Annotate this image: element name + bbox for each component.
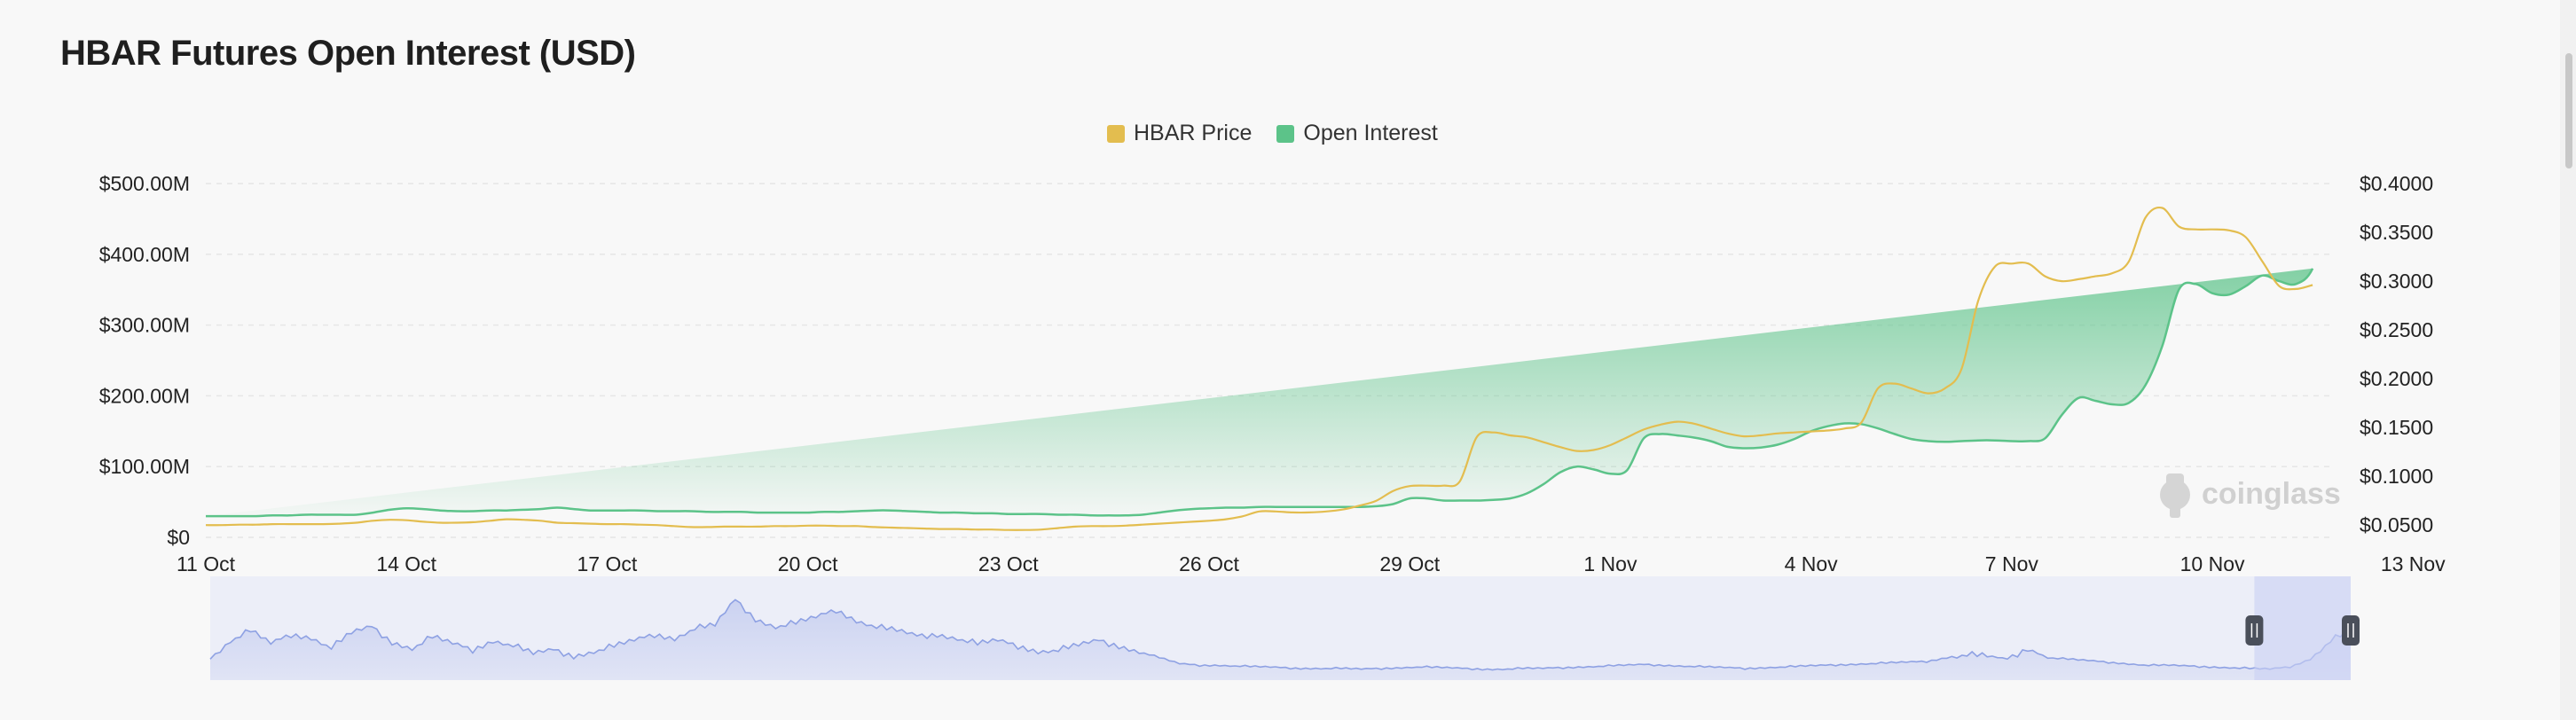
page-scrollbar[interactable]	[2560, 0, 2576, 720]
x-tick-label: 23 Oct	[978, 552, 1039, 575]
x-tick-label: 13 Nov	[2381, 552, 2446, 575]
y-left-tick-label: $0	[167, 526, 190, 549]
y-right-tick-label: $0.1500	[2360, 416, 2433, 439]
oi-area	[206, 268, 2313, 517]
x-tick-label: 10 Nov	[2180, 552, 2245, 575]
navigator-handle-right[interactable]	[2342, 615, 2360, 646]
x-tick-label: 26 Oct	[1179, 552, 1239, 575]
y-right-tick-label: $0.0500	[2360, 513, 2433, 536]
y-right-tick-label: $0.1000	[2360, 465, 2433, 488]
y-left-tick-label: $500.00M	[99, 172, 190, 195]
x-tick-label: 4 Nov	[1785, 552, 1839, 575]
x-tick-label: 29 Oct	[1379, 552, 1440, 575]
y-right-tick-label: $0.2500	[2360, 318, 2433, 341]
y-right-tick-label: $0.3000	[2360, 270, 2433, 293]
watermark-text: coinglass	[2202, 477, 2341, 511]
x-tick-label: 14 Oct	[376, 552, 436, 575]
y-right-tick-label: $0.4000	[2360, 172, 2433, 195]
x-tick-label: 1 Nov	[1583, 552, 1637, 575]
x-tick-label: 20 Oct	[778, 552, 838, 575]
coinglass-logo-icon	[2160, 473, 2190, 518]
main-chart[interactable]: $0 $100.00M $200.00M $300.00M $400.00M $500.0…	[0, 0, 2576, 720]
y-left-tick-label: $400.00M	[99, 243, 190, 266]
page-scrollbar-thumb[interactable]	[2565, 53, 2572, 168]
y-left-tick-label: $300.00M	[99, 314, 190, 337]
navigator-selection[interactable]	[2254, 576, 2351, 680]
x-tick-label: 7 Nov	[1985, 552, 2039, 575]
y-right-tick-label: $0.2000	[2360, 367, 2433, 390]
y-left-tick-label: $100.00M	[99, 455, 190, 478]
x-tick-label: 17 Oct	[577, 552, 638, 575]
range-navigator[interactable]	[209, 576, 2360, 680]
coinglass-watermark: coinglass	[2160, 473, 2341, 518]
navigator-handle-left[interactable]	[2245, 615, 2264, 646]
x-tick-label: 11 Oct	[177, 552, 236, 575]
y-right-tick-label: $0.3500	[2360, 221, 2433, 244]
y-left-tick-label: $200.00M	[99, 384, 190, 407]
